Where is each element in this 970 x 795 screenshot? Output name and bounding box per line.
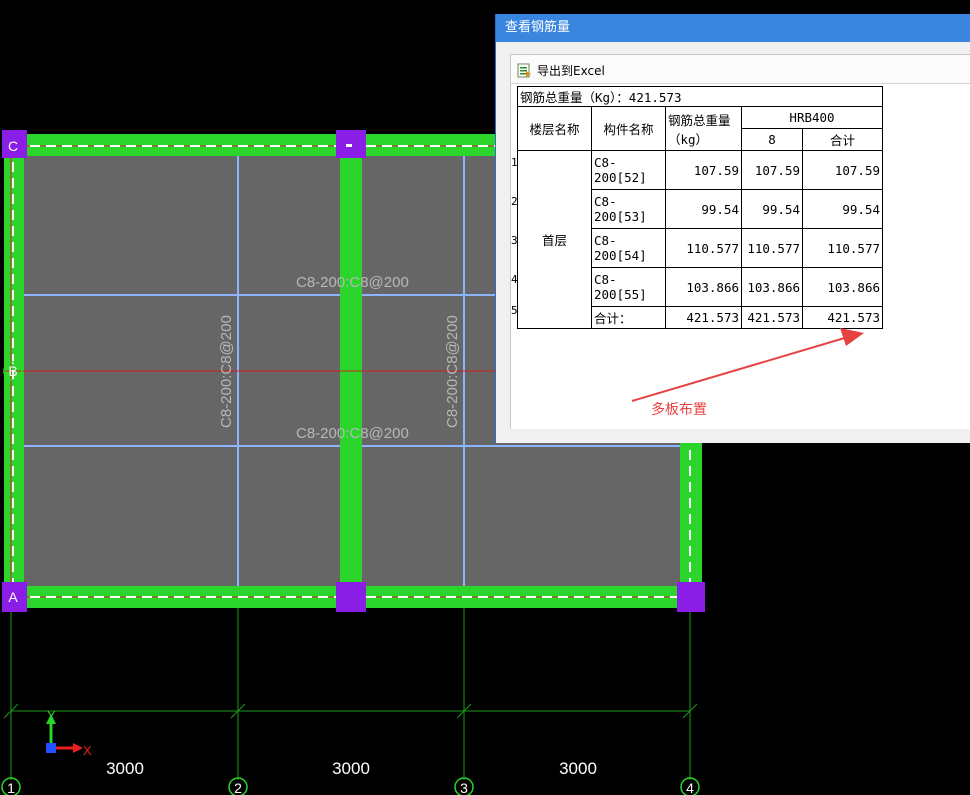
rebar-quantity-dialog[interactable]: 查看钢筋量 导出到Excel 1 2 3 4 5 钢筋总重量（Kg）：421.5… [495, 14, 970, 443]
excel-icon [517, 63, 531, 77]
header-sum[interactable]: 合计 [802, 128, 883, 151]
component-cell[interactable]: 合计： [591, 306, 666, 329]
axis-letter-b: B [8, 363, 17, 379]
d8-cell[interactable]: 421.573 [741, 306, 803, 329]
axis-letter-c: C [8, 138, 18, 154]
total-weight-caption: 钢筋总重量（Kg）：421.573 [517, 86, 883, 107]
component-cell[interactable]: C8-200[54] [591, 228, 666, 268]
total-cell[interactable]: 99.54 [665, 189, 742, 229]
component-cell[interactable]: C8-200[52] [591, 150, 666, 190]
sum-cell[interactable]: 107.59 [802, 150, 883, 190]
sum-cell[interactable]: 103.866 [802, 267, 883, 307]
column [336, 582, 366, 612]
component-cell[interactable]: C8-200[53] [591, 189, 666, 229]
header-grade[interactable]: HRB400 [741, 106, 883, 129]
annotation-text: 多板布置 [651, 402, 707, 418]
header-component[interactable]: 构件名称 [591, 106, 666, 151]
rebar-table[interactable]: 钢筋总重量（Kg）：421.573 楼层名称 构件名称 钢筋总重量（kg） HR… [517, 86, 883, 329]
axis-number-3: 3 [460, 780, 468, 795]
dimension-label: 3000 [559, 759, 597, 778]
sum-cell[interactable]: 99.54 [802, 189, 883, 229]
total-cell[interactable]: 110.577 [665, 228, 742, 268]
ucs-y-label: Y [47, 708, 56, 723]
dialog-content: 导出到Excel 1 2 3 4 5 钢筋总重量（Kg）：421.573 楼层名… [510, 54, 970, 429]
d8-cell[interactable]: 99.54 [741, 189, 803, 229]
rebar-grid[interactable]: 1 2 3 4 5 钢筋总重量（Kg）：421.573 楼层名称 构件名称 钢筋… [511, 84, 970, 429]
header-floor[interactable]: 楼层名称 [517, 106, 592, 151]
floor-name-cell[interactable]: 首层 [517, 150, 592, 329]
d8-cell[interactable]: 110.577 [741, 228, 803, 268]
header-total-weight[interactable]: 钢筋总重量（kg） [665, 106, 742, 151]
column-mark [346, 144, 352, 147]
export-excel-label: 导出到Excel [537, 63, 605, 78]
total-cell[interactable]: 103.866 [665, 267, 742, 307]
dimension-label: 3000 [106, 759, 144, 778]
total-cell[interactable]: 107.59 [665, 150, 742, 190]
dimension-label: 3000 [332, 759, 370, 778]
axis-number-1: 1 [7, 780, 15, 795]
ucs-icon: Y X [46, 708, 92, 758]
axis-number-4: 4 [686, 780, 694, 795]
dialog-toolbar: 导出到Excel [511, 55, 970, 84]
grid-lines [3, 600, 698, 780]
slab-label-vertical[interactable]: C8-200:C8@200 [218, 315, 235, 428]
slab-label[interactable]: C8-200:C8@200 [296, 274, 409, 291]
axis-number-2: 2 [234, 780, 242, 795]
total-cell[interactable]: 421.573 [665, 306, 742, 329]
slab-label-vertical[interactable]: C8-200:C8@200 [444, 315, 461, 428]
header-diameter[interactable]: 8 [741, 128, 803, 151]
axis-letter-a: A [8, 589, 18, 605]
table-row[interactable]: 首层 C8-200[52] 107.59 107.59 107.59 [517, 150, 883, 329]
export-excel-button[interactable]: 导出到Excel [517, 59, 605, 81]
component-cell[interactable]: C8-200[55] [591, 267, 666, 307]
sum-cell[interactable]: 421.573 [802, 306, 883, 329]
sum-cell[interactable]: 110.577 [802, 228, 883, 268]
d8-cell[interactable]: 107.59 [741, 150, 803, 190]
slab-label[interactable]: C8-200:C8@200 [296, 425, 409, 442]
d8-cell[interactable]: 103.866 [741, 267, 803, 307]
column [677, 582, 705, 612]
dialog-title[interactable]: 查看钢筋量 [496, 14, 970, 42]
ucs-x-label: X [83, 743, 92, 758]
